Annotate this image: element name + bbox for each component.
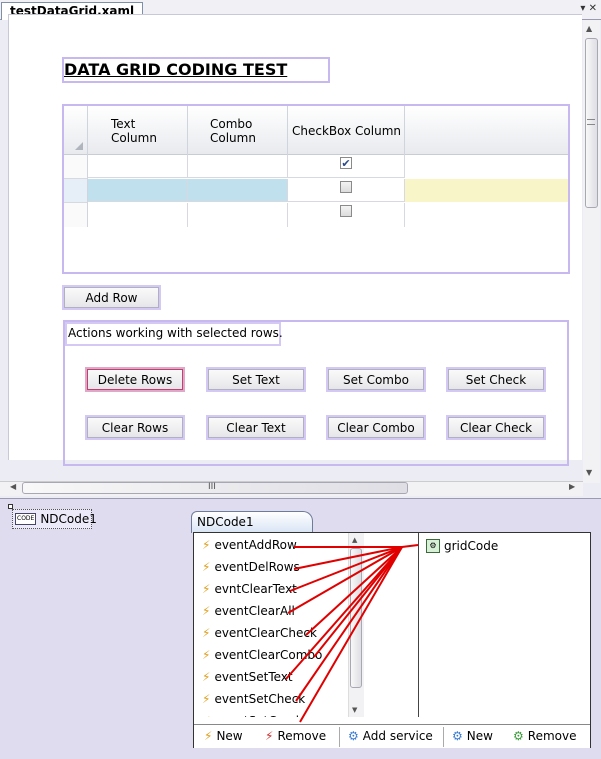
event-icon: ⚡ bbox=[202, 670, 211, 684]
column-header-combo-line1: Combo bbox=[210, 116, 253, 131]
event-item[interactable]: ⚡ eventClearCheck bbox=[202, 626, 317, 640]
remove-event-button[interactable]: ⚡ Remove bbox=[265, 729, 326, 743]
scroll-down-icon[interactable]: ▼ bbox=[352, 706, 357, 714]
grid-cell-combo-selected[interactable] bbox=[188, 179, 288, 202]
event-label: eventAddRow bbox=[214, 538, 297, 552]
toolbar-separator bbox=[443, 727, 444, 747]
add-service-icon: ⚙ bbox=[348, 729, 359, 743]
set-text-button[interactable]: Set Text bbox=[208, 369, 304, 390]
delete-rows-button[interactable]: Delete Rows bbox=[87, 369, 183, 390]
column-header-combo-line2: Column bbox=[210, 130, 256, 145]
event-item[interactable]: ⚡ eventSetCheck bbox=[202, 692, 305, 706]
grid-cell-combo[interactable] bbox=[188, 155, 288, 178]
grid-select-all-cell[interactable] bbox=[64, 106, 88, 155]
scroll-up-icon[interactable]: ▲ bbox=[586, 24, 592, 33]
toolbar-separator bbox=[339, 727, 340, 747]
column-header-checkbox[interactable]: CheckBox Column bbox=[288, 106, 405, 155]
row-header[interactable] bbox=[64, 155, 88, 179]
event-label: eventSetCheck bbox=[214, 692, 306, 706]
event-icon: ⚡ bbox=[202, 692, 211, 706]
event-item[interactable]: ⚡ eventClearAll bbox=[202, 604, 295, 618]
set-check-button[interactable]: Set Check bbox=[448, 369, 544, 390]
code-icon: CODE bbox=[15, 513, 37, 525]
row2-checkbox[interactable] bbox=[340, 181, 352, 193]
event-label: evntClearText bbox=[214, 582, 297, 596]
event-icon: ⚡ bbox=[202, 560, 211, 574]
scroll-up-icon[interactable]: ▲ bbox=[352, 536, 357, 544]
event-item[interactable]: ⚡ eventSetText bbox=[202, 670, 293, 684]
row-header[interactable] bbox=[64, 203, 88, 227]
new-event-label: New bbox=[216, 729, 243, 743]
column-header-checkbox-label: CheckBox Column bbox=[292, 123, 401, 138]
bolt-icon: ⚡ bbox=[204, 729, 213, 743]
column-header-text-line1: Text bbox=[111, 116, 136, 131]
grip-icon bbox=[587, 119, 595, 125]
service-label: gridCode bbox=[444, 539, 499, 553]
events-scroll-thumb[interactable] bbox=[350, 548, 362, 688]
remove-service-button[interactable]: ⚙ Remove bbox=[513, 729, 576, 743]
scroll-down-icon[interactable]: ▼ bbox=[586, 468, 592, 477]
event-label: eventClearCheck bbox=[214, 626, 317, 640]
event-label: eventSetCombo bbox=[214, 714, 310, 717]
ndcode-toolbar: ⚡ New ⚡ Remove ⚙ Add service ⚙ New ⚙ Remove bbox=[194, 724, 590, 748]
grid-cell-text-selected[interactable] bbox=[88, 179, 188, 202]
event-label: eventClearCombo bbox=[214, 648, 323, 662]
grip-icon: III bbox=[208, 482, 216, 492]
tab-menu-icon[interactable]: ▾ ✕ bbox=[580, 3, 597, 14]
set-combo-button[interactable]: Set Combo bbox=[328, 369, 424, 390]
new-event-button[interactable]: ⚡ New bbox=[204, 729, 243, 743]
new-service-button[interactable]: ⚙ New bbox=[452, 729, 493, 743]
row-header-selected[interactable] bbox=[64, 179, 88, 203]
event-label: eventDelRows bbox=[214, 560, 300, 574]
row1-checkbox[interactable]: ✔ bbox=[340, 157, 352, 169]
event-item[interactable]: ⚡ eventSetCombo bbox=[202, 714, 311, 717]
event-item[interactable]: ⚡ eventClearCombo bbox=[202, 648, 322, 662]
add-row-button[interactable]: Add Row bbox=[64, 287, 159, 308]
select-all-icon bbox=[75, 142, 83, 150]
event-label: eventSetText bbox=[214, 670, 293, 684]
ndcode-component[interactable]: CODE NDCode1 bbox=[12, 509, 97, 529]
component-name: NDCode1 bbox=[40, 512, 97, 526]
new-service-icon: ⚙ bbox=[452, 729, 463, 743]
event-icon: ⚡ bbox=[202, 648, 211, 662]
remove-event-label: Remove bbox=[277, 729, 327, 743]
event-icon: ⚡ bbox=[202, 626, 211, 640]
tab-ndcode[interactable]: NDCode1 bbox=[191, 511, 313, 533]
event-item[interactable]: ⚡ evntClearText bbox=[202, 582, 297, 596]
remove-service-icon: ⚙ bbox=[513, 729, 524, 743]
event-item[interactable]: ⚡ eventDelRows bbox=[202, 560, 300, 574]
add-service-button[interactable]: ⚙ Add service bbox=[348, 729, 433, 743]
row3-checkbox[interactable] bbox=[340, 205, 352, 217]
event-icon: ⚡ bbox=[202, 604, 211, 618]
services-list bbox=[418, 533, 590, 717]
column-header-text-line2: Column bbox=[111, 130, 157, 145]
page-title: DATA GRID CODING TEST bbox=[64, 60, 288, 79]
tray-divider bbox=[0, 498, 601, 499]
column-header-combo[interactable]: Combo Column bbox=[188, 106, 288, 155]
remove-service-label: Remove bbox=[527, 729, 577, 743]
service-icon: ⚙ bbox=[426, 539, 440, 553]
actions-label: Actions working with selected rows. bbox=[68, 326, 283, 340]
service-item[interactable]: ⚙ gridCode bbox=[426, 539, 498, 553]
grid-cell-text[interactable] bbox=[88, 155, 188, 178]
column-header-text[interactable]: Text Column bbox=[88, 106, 188, 155]
event-icon: ⚡ bbox=[202, 538, 211, 552]
new-service-label: New bbox=[466, 729, 493, 743]
clear-combo-button[interactable]: Clear Combo bbox=[328, 417, 424, 438]
event-icon: ⚡ bbox=[202, 582, 211, 596]
clear-check-button[interactable]: Clear Check bbox=[448, 417, 544, 438]
clear-text-button[interactable]: Clear Text bbox=[208, 417, 304, 438]
grid-cell-highlight bbox=[405, 179, 568, 202]
scroll-right-icon[interactable]: ▶ bbox=[569, 482, 575, 491]
scroll-left-icon[interactable]: ◀ bbox=[10, 482, 16, 491]
events-list: ⚡ eventAddRow ⚡ eventDelRows ⚡ evntClearTex… bbox=[194, 533, 348, 717]
grid-cell-combo[interactable] bbox=[188, 203, 288, 227]
event-label: eventClearAll bbox=[214, 604, 295, 618]
remove-bolt-icon: ⚡ bbox=[265, 729, 274, 743]
grid-cell-text[interactable] bbox=[88, 203, 188, 227]
add-service-label: Add service bbox=[362, 729, 433, 743]
event-icon: ⚡ bbox=[202, 714, 210, 717]
clear-rows-button[interactable]: Clear Rows bbox=[87, 417, 183, 438]
event-item[interactable]: ⚡ eventAddRow bbox=[202, 538, 297, 552]
